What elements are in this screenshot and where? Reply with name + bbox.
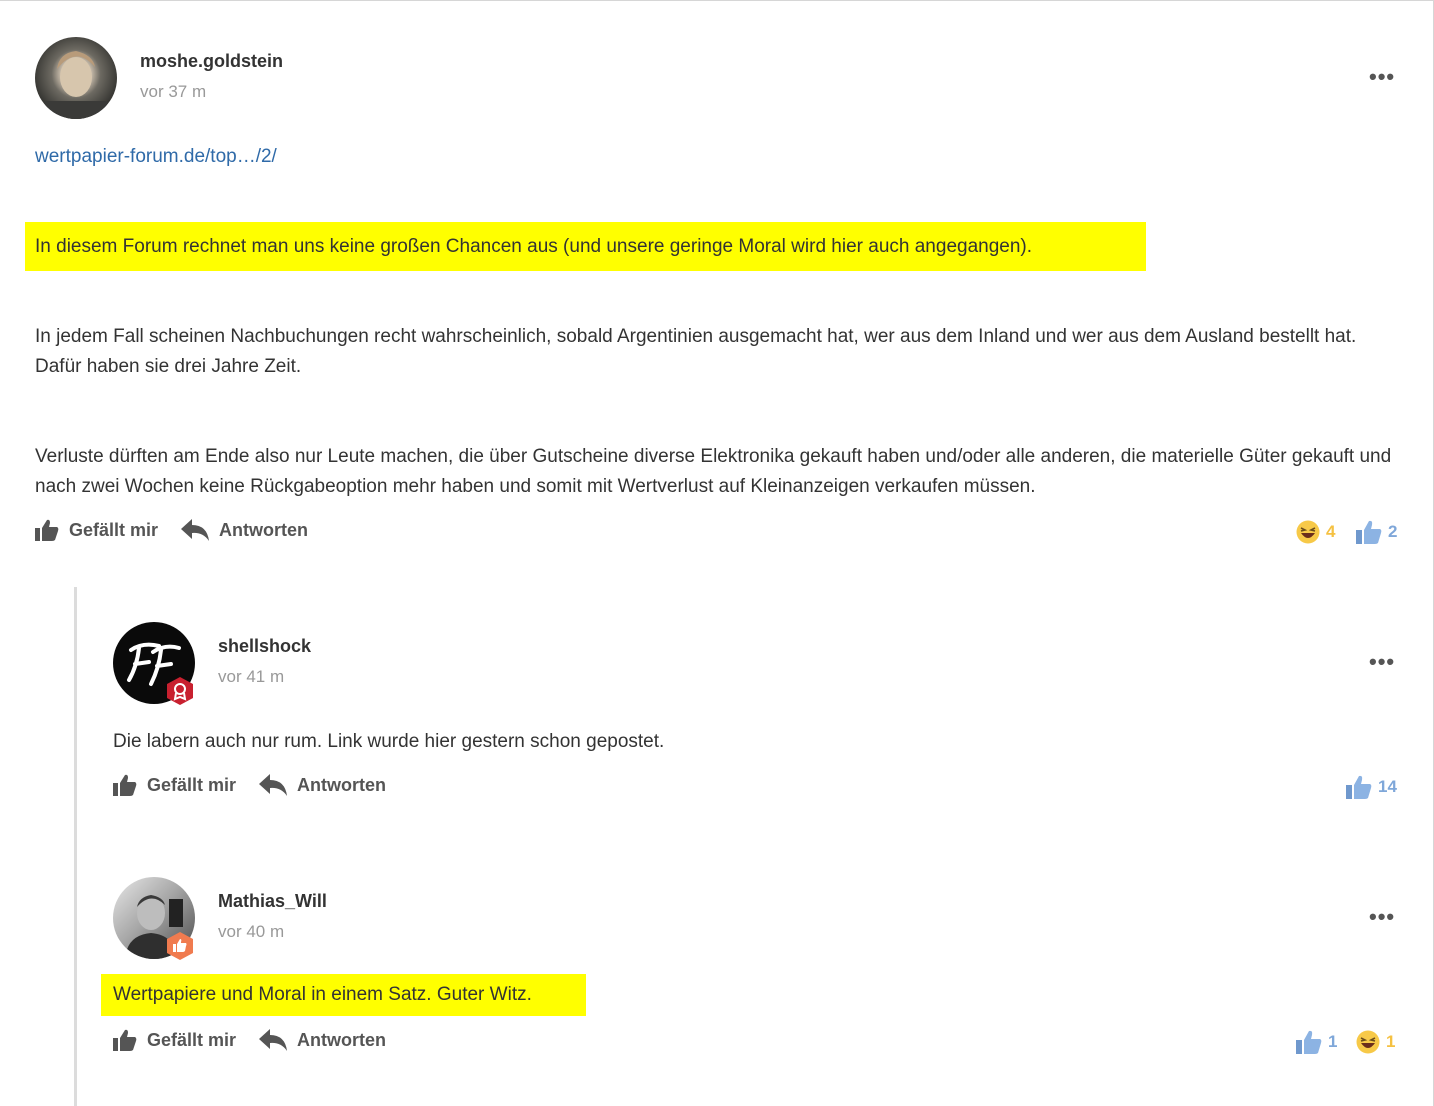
author-name[interactable]: shellshock xyxy=(218,636,311,657)
thumbs-up-icon xyxy=(35,519,59,541)
reply-button[interactable]: Antworten xyxy=(259,1029,386,1051)
thread-line xyxy=(74,587,77,1106)
post-link[interactable]: wertpapier-forum.de/top…/2/ xyxy=(35,146,277,168)
author-name[interactable]: moshe.goldstein xyxy=(140,51,283,72)
post-paragraph: In jedem Fall scheinen Nachbuchungen rec… xyxy=(35,326,1357,377)
thumbs-up-icon xyxy=(113,774,137,796)
laughing-emoji-icon xyxy=(1356,1030,1380,1054)
post-time[interactable]: vor 40 m xyxy=(218,922,284,942)
reaction-count: 4 xyxy=(1326,522,1336,541)
highlighted-text: In diesem Forum rechnet man uns keine gr… xyxy=(25,222,1146,271)
highlighted-text: Wertpapiere und Moral in einem Satz. Gut… xyxy=(101,974,586,1016)
reaction-count: 14 xyxy=(1378,777,1397,796)
reaction-like[interactable]: 1 xyxy=(1296,1030,1337,1054)
reaction-count: 2 xyxy=(1388,522,1398,541)
reply-button[interactable]: Antworten xyxy=(259,774,386,796)
like-label: Gefällt mir xyxy=(69,519,159,540)
reaction-count: 1 xyxy=(1386,1032,1396,1051)
reply-arrow-icon xyxy=(259,1029,287,1051)
thumbs-up-icon xyxy=(113,1029,137,1051)
reply-button[interactable]: Antworten xyxy=(181,519,308,541)
comment-text: Die labern auch nur rum. Link wurde hier… xyxy=(113,731,665,752)
reaction-like[interactable]: 14 xyxy=(1346,775,1397,799)
reaction-like[interactable]: 2 xyxy=(1356,520,1397,544)
avatar[interactable] xyxy=(35,37,117,119)
like-badge-icon xyxy=(165,931,195,961)
reply-arrow-icon xyxy=(259,774,287,796)
like-button[interactable]: Gefällt mir xyxy=(113,774,236,796)
like-reaction-icon xyxy=(1296,1030,1322,1054)
more-options-icon[interactable]: ••• xyxy=(1369,64,1395,90)
laughing-emoji-icon xyxy=(1296,520,1320,544)
post-time[interactable]: vor 37 m xyxy=(140,82,206,102)
author-name[interactable]: Mathias_Will xyxy=(218,891,327,912)
reply-arrow-icon xyxy=(181,519,209,541)
like-reaction-icon xyxy=(1346,775,1372,799)
like-label: Gefällt mir xyxy=(147,1029,237,1050)
user-photo-icon xyxy=(45,51,107,119)
like-label: Gefällt mir xyxy=(147,774,237,795)
award-badge-icon xyxy=(165,676,195,706)
reaction-count: 1 xyxy=(1328,1032,1338,1051)
post-paragraph: Verluste dürften am Ende also nur Leute … xyxy=(35,446,1392,497)
reply-label: Antworten xyxy=(219,519,308,540)
frame-border-top xyxy=(0,0,1434,1)
more-options-icon[interactable]: ••• xyxy=(1369,649,1395,675)
reply-label: Antworten xyxy=(297,774,386,795)
reaction-haha[interactable]: 1 xyxy=(1356,1030,1395,1054)
reply-label: Antworten xyxy=(297,1029,386,1050)
like-reaction-icon xyxy=(1356,520,1382,544)
reaction-haha[interactable]: 4 xyxy=(1296,520,1335,544)
post-time[interactable]: vor 41 m xyxy=(218,667,284,687)
like-button[interactable]: Gefällt mir xyxy=(113,1029,236,1051)
more-options-icon[interactable]: ••• xyxy=(1369,904,1395,930)
like-button[interactable]: Gefällt mir xyxy=(35,519,158,541)
